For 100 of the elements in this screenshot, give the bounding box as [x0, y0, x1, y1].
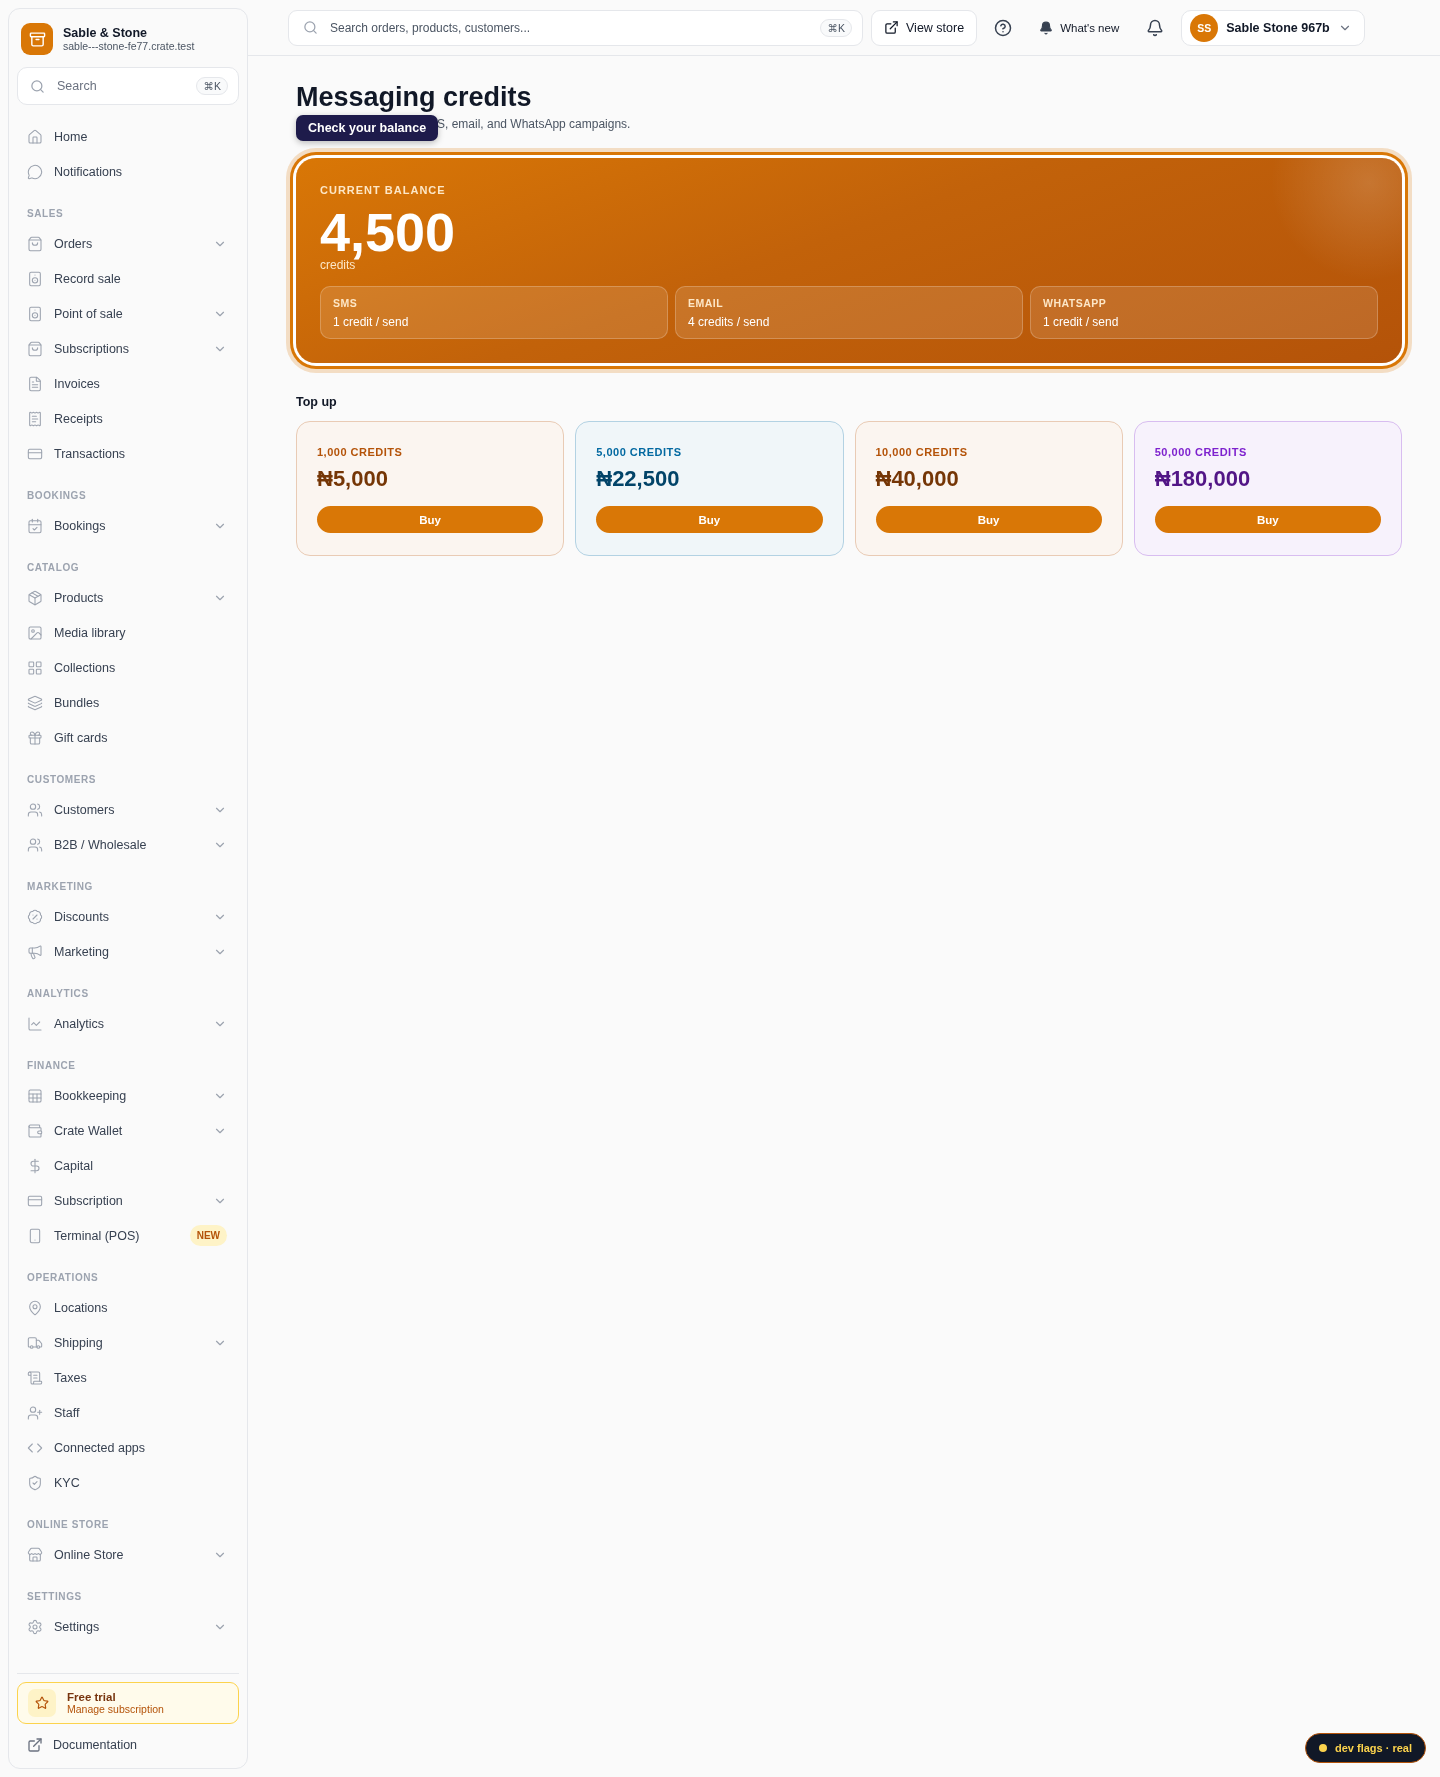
nav-item[interactable]: Receipts — [17, 401, 239, 436]
shield-icon — [27, 1474, 43, 1491]
status-dot — [1318, 1744, 1327, 1752]
gift-icon — [27, 729, 43, 746]
calendar-icon — [27, 517, 43, 534]
trial-title: Free trial — [67, 1691, 117, 1703]
nav-item[interactable]: Settings — [17, 1609, 239, 1644]
house-icon — [27, 128, 43, 145]
pack-price: ₦180,000 — [1154, 466, 1252, 492]
layers-icon — [27, 694, 43, 711]
device-icon — [27, 270, 43, 287]
nav-item[interactable]: Bundles — [17, 685, 239, 720]
nav-item[interactable]: Customers — [17, 792, 239, 827]
manage-subscription-link[interactable]: Manage subscription — [67, 1703, 164, 1715]
page-title: Messaging credits — [296, 81, 533, 114]
nav-item[interactable]: Analytics — [17, 1006, 239, 1041]
balance-label: CURRENT BALANCE — [320, 184, 447, 196]
truck-icon — [27, 1334, 43, 1351]
nav-item[interactable]: Connected apps — [17, 1430, 239, 1465]
section-heading: ONLINE STORE — [26, 1518, 111, 1532]
free-trial-card[interactable]: Free trial Manage subscription — [17, 1682, 239, 1724]
nav-item[interactable]: Capital — [17, 1148, 239, 1183]
nav-item[interactable]: Shipping — [17, 1325, 239, 1360]
store-domain: sable---stone-fe77.crate.test — [63, 40, 195, 52]
channel-rate: 1 credit / send — [333, 315, 410, 329]
megaphone-icon — [27, 943, 43, 960]
search-icon — [30, 78, 45, 94]
channel-rate: 4 credits / send — [688, 315, 771, 329]
search-field[interactable]: Search orders, products, customers... — [328, 19, 811, 36]
bag-icon — [27, 340, 43, 357]
nav-item[interactable]: Notifications — [17, 154, 239, 189]
settings-icon — [27, 1618, 43, 1635]
document-icon — [27, 375, 43, 392]
store-logo — [21, 23, 53, 55]
dollar-icon — [27, 1157, 43, 1174]
nav-item[interactable]: Products — [17, 580, 239, 615]
nav-item[interactable]: Taxes — [17, 1360, 239, 1395]
nav-item[interactable]: Record sale — [17, 261, 239, 296]
page-subtitle: S, email, and WhatsApp campaigns. — [437, 116, 631, 133]
pack-credits: 1,000 CREDITS — [317, 446, 404, 458]
nav-item[interactable]: KYC — [17, 1465, 239, 1500]
view-store-button[interactable]: View store — [871, 9, 978, 46]
image-icon — [27, 624, 43, 641]
nav-item[interactable]: Discounts — [17, 899, 239, 934]
nav-item[interactable]: Gift cards — [17, 720, 239, 755]
account-menu[interactable]: SS Sable Stone 967b — [1181, 9, 1365, 46]
search-bar[interactable]: Search orders, products, customers... ⌘K — [288, 9, 863, 46]
section-heading: SALES — [26, 207, 65, 221]
nav-item[interactable]: Online Store — [17, 1537, 239, 1572]
bag-icon — [27, 235, 43, 252]
device-icon — [27, 305, 43, 322]
channel-rate: 1 credit / send — [1043, 315, 1120, 329]
search-icon — [303, 20, 318, 35]
grid-icon — [27, 659, 43, 676]
new-badge: NEW — [189, 1225, 227, 1246]
search-field[interactable]: Search — [55, 78, 187, 94]
search-bar[interactable]: Search ⌘K — [17, 67, 239, 105]
section-heading: FINANCE — [26, 1059, 77, 1073]
nav-item[interactable]: Marketing — [17, 934, 239, 969]
store-name: Sable & Stone — [63, 26, 149, 40]
whats-new-button[interactable]: What's new — [1029, 9, 1130, 46]
pack-credits: 5,000 CREDITS — [596, 446, 683, 458]
phone-icon — [27, 1227, 43, 1244]
shortcut-hint: ⌘K — [196, 77, 228, 95]
nav-item[interactable]: Terminal (POS) NEW — [17, 1218, 239, 1253]
section-heading: OPERATIONS — [26, 1271, 100, 1285]
external-link-icon — [27, 1737, 43, 1753]
section-heading: ANALYTICS — [26, 987, 90, 1001]
nav-item[interactable]: Subscriptions — [17, 331, 239, 366]
nav-item[interactable]: Transactions — [17, 436, 239, 471]
nav-item[interactable]: Crate Wallet — [17, 1113, 239, 1148]
add-user-icon — [27, 1404, 43, 1421]
section-heading: Top up — [296, 395, 338, 409]
users-icon — [27, 836, 43, 853]
shortcut-hint: ⌘K — [820, 18, 852, 37]
nav-item[interactable]: Invoices — [17, 366, 239, 401]
percent-icon — [27, 908, 43, 925]
nav-item[interactable]: Bookkeeping — [17, 1078, 239, 1113]
section-heading: CUSTOMERS — [26, 773, 98, 787]
nav-item[interactable]: Locations — [17, 1290, 239, 1325]
nav-item[interactable]: Collections — [17, 650, 239, 685]
wallet-icon — [27, 1122, 43, 1139]
nav-item[interactable]: B2B / Wholesale — [17, 827, 239, 862]
channel-name: SMS — [333, 297, 359, 309]
channel-name: WHATSAPP — [1043, 297, 1108, 309]
pack-price: ₦5,000 — [317, 466, 389, 492]
nav-item[interactable]: Staff — [17, 1395, 239, 1430]
dev-flags-pill[interactable]: dev flags · real — [1304, 1733, 1426, 1763]
nav-item[interactable]: Point of sale — [17, 296, 239, 331]
nav-item[interactable]: Subscription — [17, 1183, 239, 1218]
pack-price: ₦40,000 — [875, 466, 960, 492]
nav-item[interactable]: Orders — [17, 226, 239, 261]
nav-item[interactable]: Home — [17, 119, 239, 154]
tour-tooltip: Check your balance — [296, 115, 439, 141]
documentation-link[interactable]: Documentation — [17, 1730, 239, 1760]
nav-item[interactable]: Bookings — [17, 508, 239, 543]
pin-icon — [27, 1299, 43, 1316]
section-heading: BOOKINGS — [26, 489, 88, 503]
nav-item[interactable]: Media library — [17, 615, 239, 650]
bell-icon — [1039, 20, 1054, 35]
